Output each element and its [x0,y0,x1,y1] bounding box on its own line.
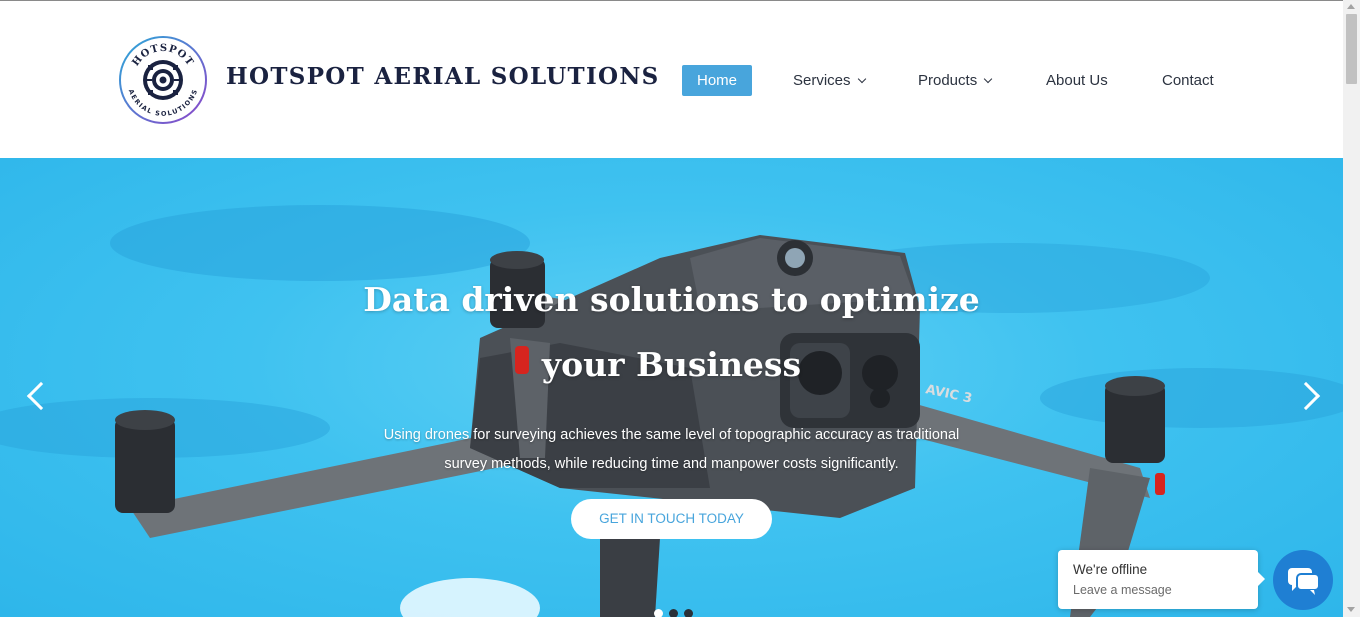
nav-products-label: Products [918,72,978,89]
hero-slider: AVIC 3 Data driven solutions to optimize… [0,158,1343,617]
nav-contact-label: Contact [1162,72,1214,89]
nav-home-label: Home [696,72,737,89]
site-logo[interactable]: HOTSPOT AERIAL SOLUTIONS [118,35,208,125]
nav-home[interactable]: Home [682,65,752,96]
chat-offline-bubble[interactable]: We're offline Leave a message [1058,550,1265,609]
brand-name[interactable]: HOTSPOT AERIAL SOLUTIONS [226,63,660,90]
slide-dot-1[interactable] [654,609,663,617]
scroll-down-arrow-icon[interactable] [1347,607,1355,612]
scroll-up-arrow-icon[interactable] [1347,4,1355,9]
hero-headline-line-1: Data driven solutions to optimize [363,280,980,319]
get-in-touch-button[interactable]: GET IN TOUCH TODAY [571,499,772,539]
slide-dot-2[interactable] [669,609,678,617]
nav-services-label: Services [793,72,851,89]
drone-model-label: AVIC 3 [924,382,973,406]
scrollbar-thumb[interactable] [1346,14,1357,84]
chat-prompt: Leave a message [1073,583,1172,597]
drone-background-image: AVIC 3 [0,205,1343,617]
chat-status: We're offline [1073,562,1148,577]
site-header: HOTSPOT AERIAL SOLUTIONS HOTSPOT AERIAL … [0,1,1343,158]
nav-contact[interactable]: Contact [1162,65,1214,96]
chevron-down-icon [983,74,993,84]
nav-services[interactable]: Services [793,65,866,96]
nav-about-label: About Us [1046,72,1108,89]
chevron-down-icon [857,74,866,84]
hero-headline-line-2: your Business [541,345,802,384]
hero-subtext-line-2: survey methods, while reducing time and … [444,456,899,472]
nav-products[interactable]: Products [918,65,993,96]
slide-dot-3[interactable] [684,609,693,617]
chat-launcher-button[interactable] [1273,550,1333,610]
nav-about-us[interactable]: About Us [1046,65,1108,96]
chat-bubbles-icon [1288,568,1320,595]
page-scrollbar[interactable] [1343,0,1360,617]
hero-subtext-line-1: Using drones for surveying achieves the … [383,427,960,443]
